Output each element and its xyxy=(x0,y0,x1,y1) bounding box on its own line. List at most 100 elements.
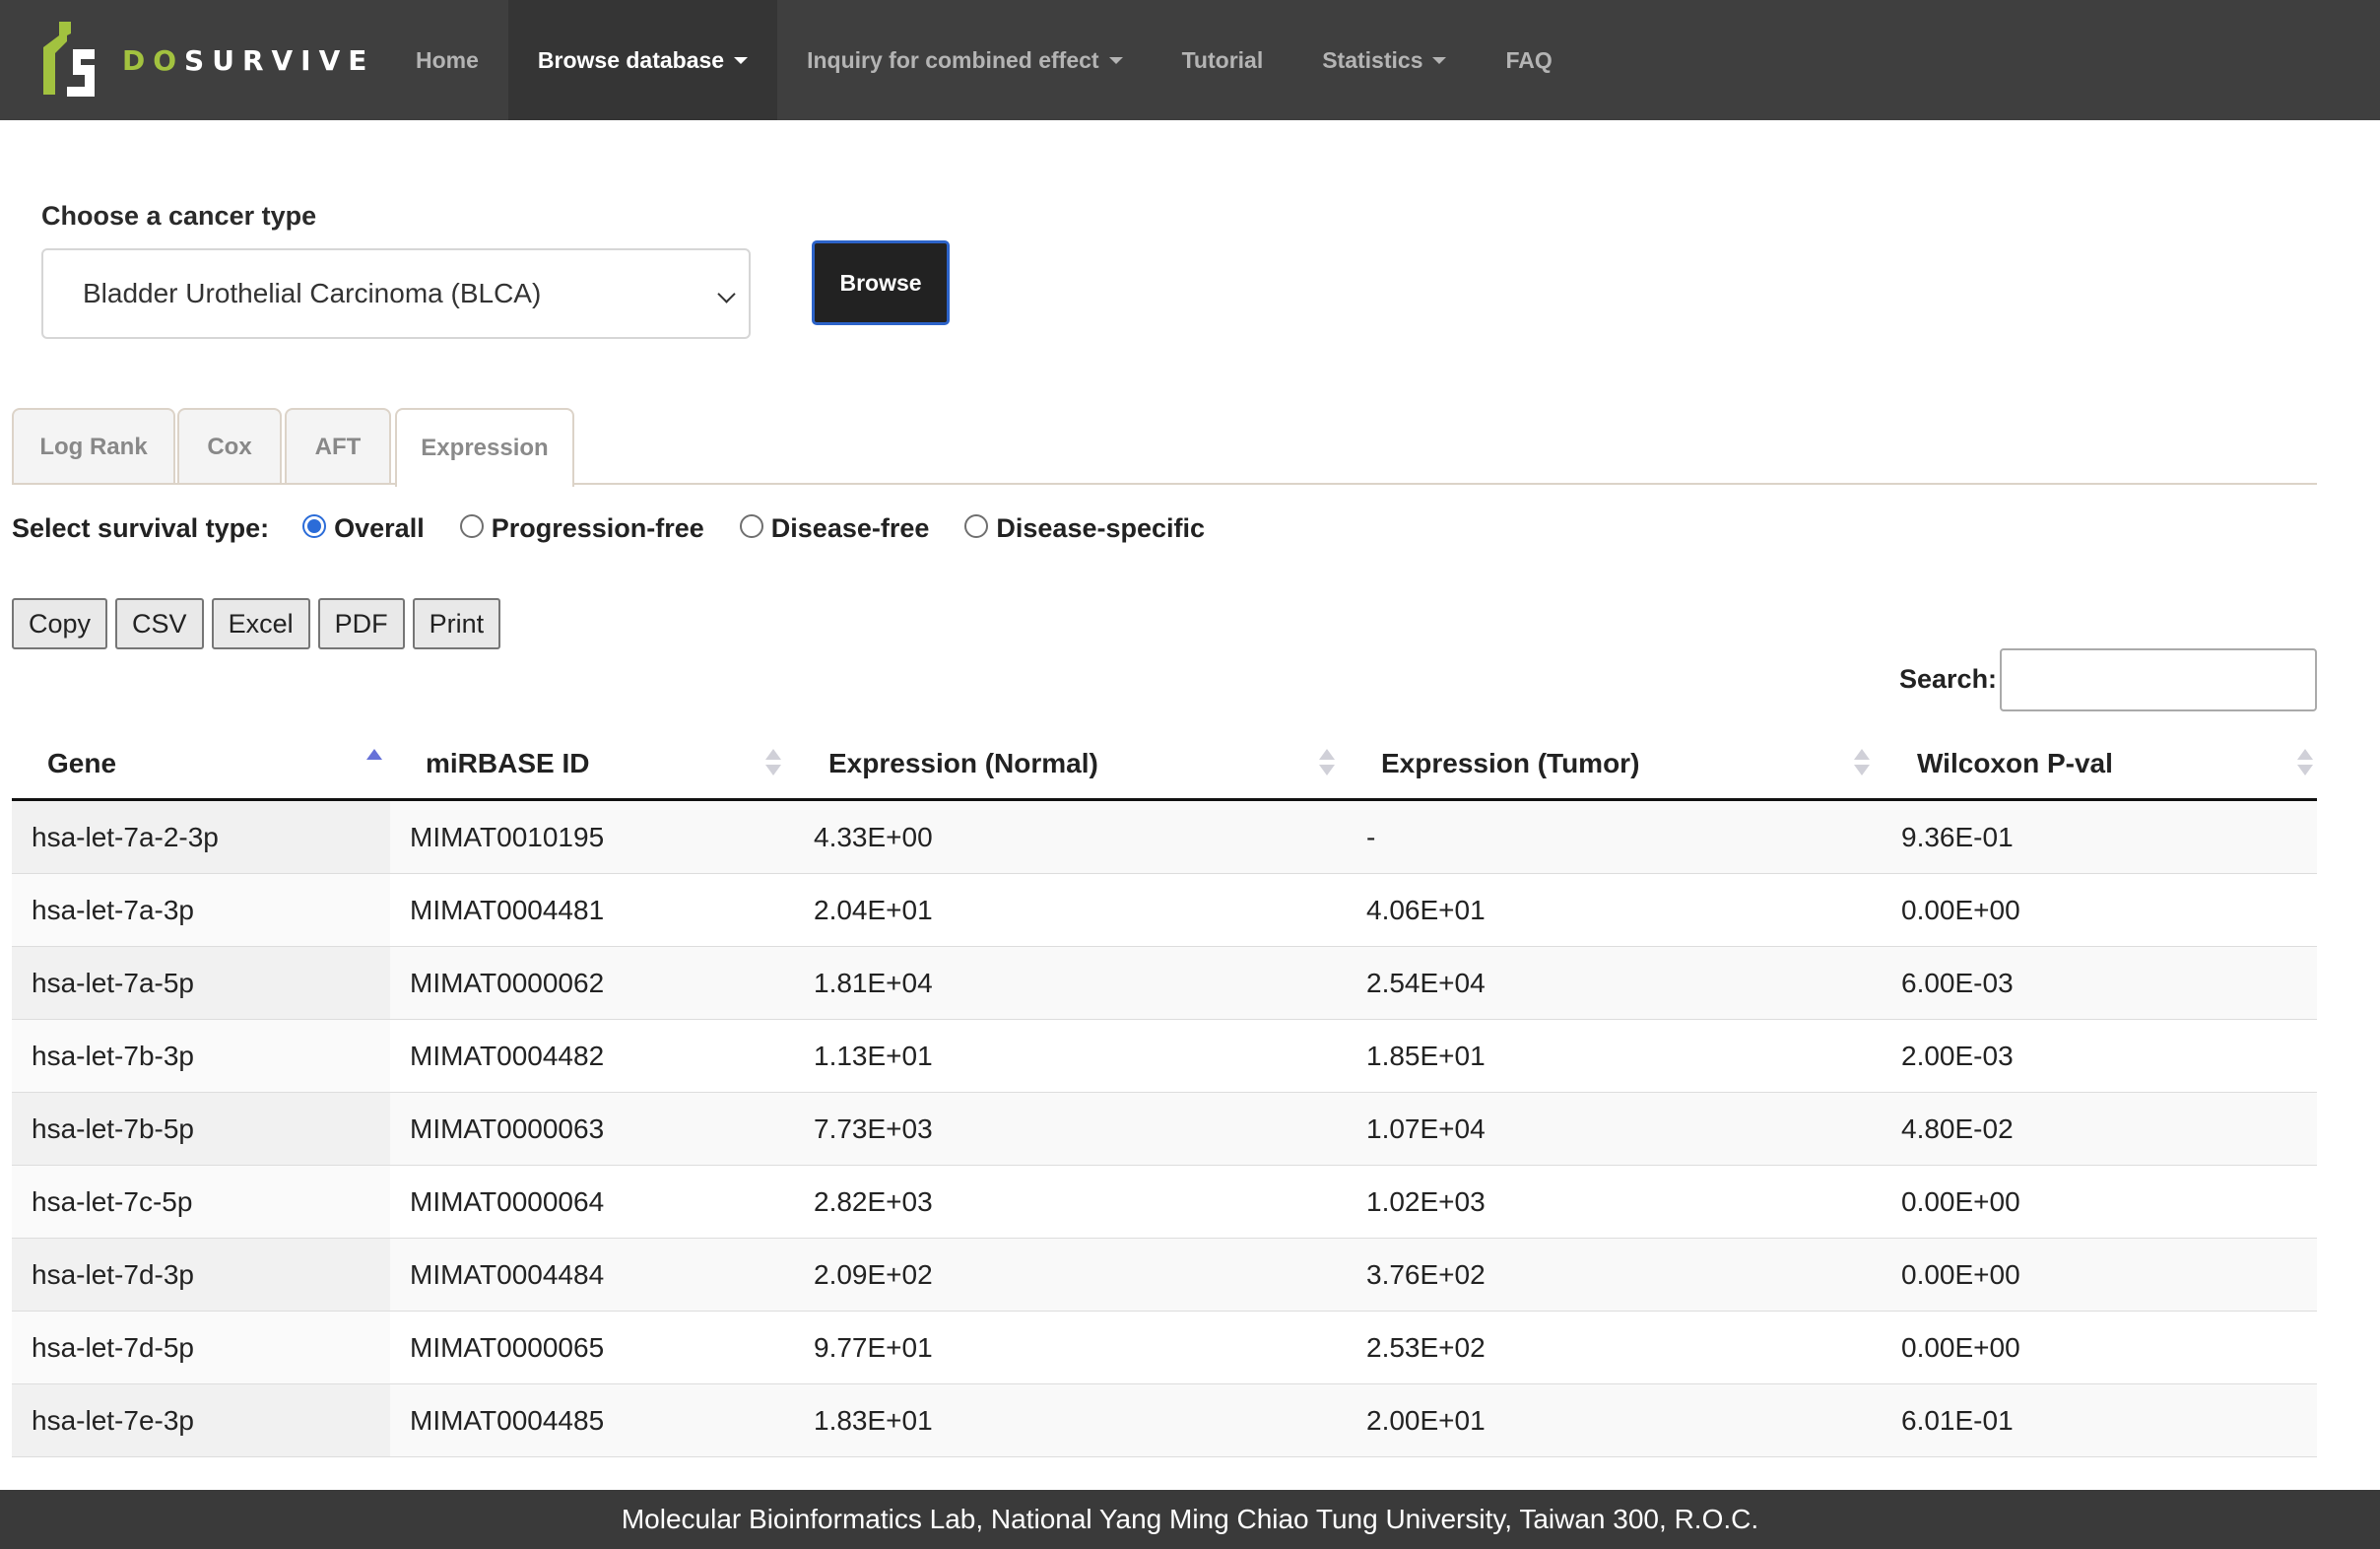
copy-button[interactable]: Copy xyxy=(12,598,108,649)
tab-log-rank[interactable]: Log Rank xyxy=(12,408,175,485)
table-header: Gene miRBASE ID Expression (Normal) Expr… xyxy=(12,725,2317,801)
nav-faq[interactable]: FAQ xyxy=(1476,0,1581,120)
search-input[interactable] xyxy=(2000,648,2317,711)
cell-expression-tumor: 3.76E+02 xyxy=(1366,1258,1486,1290)
table-row: hsa-let-7e-3p MIMAT0004485 1.83E+01 2.00… xyxy=(12,1384,2317,1457)
table-row: hsa-let-7d-5p MIMAT0000065 9.77E+01 2.53… xyxy=(12,1312,2317,1384)
dosurvive-logo-icon xyxy=(43,22,95,97)
cell-gene: hsa-let-7a-5p xyxy=(12,947,390,1019)
cell-mirbase-id: MIMAT0000063 xyxy=(410,1112,605,1144)
cell-gene: hsa-let-7d-5p xyxy=(12,1312,390,1383)
cell-wilcoxon-pval: 6.00E-03 xyxy=(1901,967,2014,998)
cell-expression-normal: 2.04E+01 xyxy=(814,894,933,925)
sort-icon[interactable] xyxy=(765,749,781,778)
survival-type-label: Select survival type: xyxy=(12,512,270,543)
cell-gene: hsa-let-7b-3p xyxy=(12,1020,390,1092)
radio-disease-free[interactable]: Disease-free xyxy=(739,513,929,544)
cell-mirbase-id: MIMAT0004485 xyxy=(410,1404,605,1436)
cell-expression-normal: 1.81E+04 xyxy=(814,967,933,998)
cell-wilcoxon-pval: 0.00E+00 xyxy=(1901,894,2020,925)
table-row: hsa-let-7b-3p MIMAT0004482 1.13E+01 1.85… xyxy=(12,1020,2317,1093)
print-button[interactable]: Print xyxy=(412,598,501,649)
cell-expression-normal: 1.13E+01 xyxy=(814,1040,933,1071)
excel-button[interactable]: Excel xyxy=(211,598,310,649)
cancer-type-label: Choose a cancer type xyxy=(41,201,317,231)
cell-gene: hsa-let-7c-5p xyxy=(12,1166,390,1238)
cell-expression-normal: 2.09E+02 xyxy=(814,1258,933,1290)
radio-button[interactable] xyxy=(459,514,484,538)
cell-gene: hsa-let-7e-3p xyxy=(12,1384,390,1456)
sort-ascending-icon[interactable] xyxy=(366,749,382,778)
nav-menu: Home Browse database Inquiry for combine… xyxy=(386,0,1582,120)
table-row: hsa-let-7d-3p MIMAT0004484 2.09E+02 3.76… xyxy=(12,1239,2317,1312)
column-header-mirbase-id[interactable]: miRBASE ID xyxy=(426,725,589,801)
sort-icon[interactable] xyxy=(2297,749,2313,778)
cell-expression-tumor: 1.85E+01 xyxy=(1366,1040,1486,1071)
cell-wilcoxon-pval: 2.00E-03 xyxy=(1901,1040,2014,1071)
search-label: Search: xyxy=(1899,664,1998,694)
table-row: hsa-let-7a-2-3p MIMAT0010195 4.33E+00 - … xyxy=(12,801,2317,874)
expression-table: Gene miRBASE ID Expression (Normal) Expr… xyxy=(12,725,2317,1457)
tab-aft[interactable]: AFT xyxy=(285,408,391,485)
tabs-divider xyxy=(12,483,2317,485)
cell-mirbase-id: MIMAT0000062 xyxy=(410,967,605,998)
cell-mirbase-id: MIMAT0010195 xyxy=(410,821,605,852)
cell-mirbase-id: MIMAT0004484 xyxy=(410,1258,605,1290)
cell-gene: hsa-let-7d-3p xyxy=(12,1239,390,1311)
cell-expression-normal: 4.33E+00 xyxy=(814,821,933,852)
nav-home[interactable]: Home xyxy=(386,0,508,120)
nav-inquiry-combined-effect[interactable]: Inquiry for combined effect xyxy=(777,0,1152,120)
table-body: hsa-let-7a-2-3p MIMAT0010195 4.33E+00 - … xyxy=(12,801,2317,1457)
table-row: hsa-let-7c-5p MIMAT0000064 2.82E+03 1.02… xyxy=(12,1166,2317,1239)
cell-mirbase-id: MIMAT0004481 xyxy=(410,894,605,925)
cell-wilcoxon-pval: 0.00E+00 xyxy=(1901,1258,2020,1290)
caret-down-icon xyxy=(734,56,749,64)
chevron-down-icon xyxy=(717,285,736,303)
cell-expression-tumor: 2.53E+02 xyxy=(1366,1331,1486,1363)
cell-mirbase-id: MIMAT0000065 xyxy=(410,1331,605,1363)
column-header-gene[interactable]: Gene xyxy=(47,725,116,801)
cell-expression-normal: 7.73E+03 xyxy=(814,1112,933,1144)
radio-overall[interactable]: Overall xyxy=(302,513,425,544)
nav-browse-database[interactable]: Browse database xyxy=(507,0,778,120)
radio-button-checked[interactable] xyxy=(302,514,327,538)
cell-expression-normal: 9.77E+01 xyxy=(814,1331,933,1363)
cell-gene: hsa-let-7a-3p xyxy=(12,874,390,946)
top-navbar: DOSURVIVE Home Browse database Inquiry f… xyxy=(0,0,2380,120)
radio-button[interactable] xyxy=(739,514,763,538)
nav-statistics[interactable]: Statistics xyxy=(1292,0,1476,120)
cell-expression-tumor: 2.00E+01 xyxy=(1366,1404,1486,1436)
cell-wilcoxon-pval: 0.00E+00 xyxy=(1901,1185,2020,1217)
caret-down-icon xyxy=(1108,56,1123,64)
table-row: hsa-let-7a-3p MIMAT0004481 2.04E+01 4.06… xyxy=(12,874,2317,947)
tab-cox[interactable]: Cox xyxy=(177,408,282,485)
footer-text: Molecular Bioinformatics Lab, National Y… xyxy=(621,1504,1759,1534)
radio-button[interactable] xyxy=(964,514,989,538)
sort-icon[interactable] xyxy=(1319,749,1335,778)
cancer-type-selected-value: Bladder Urothelial Carcinoma (BLCA) xyxy=(83,278,542,308)
table-row: hsa-let-7b-5p MIMAT0000063 7.73E+03 1.07… xyxy=(12,1093,2317,1166)
cell-expression-tumor: 4.06E+01 xyxy=(1366,894,1486,925)
cell-wilcoxon-pval: 4.80E-02 xyxy=(1901,1112,2014,1144)
radio-progression-free[interactable]: Progression-free xyxy=(459,513,704,544)
survival-type-group: Select survival type: Overall Progressio… xyxy=(12,508,1240,548)
csv-button[interactable]: CSV xyxy=(115,598,204,649)
export-buttons: Copy CSV Excel PDF Print xyxy=(12,598,508,649)
cell-gene: hsa-let-7b-5p xyxy=(12,1093,390,1165)
caret-down-icon xyxy=(1432,56,1447,64)
cell-expression-tumor: 1.02E+03 xyxy=(1366,1185,1486,1217)
pdf-button[interactable]: PDF xyxy=(317,598,405,649)
brand-name: DOSURVIVE xyxy=(122,43,375,77)
tab-expression[interactable]: Expression xyxy=(395,408,574,487)
browse-button[interactable]: Browse xyxy=(812,240,950,325)
cancer-type-select[interactable]: Bladder Urothelial Carcinoma (BLCA) xyxy=(41,248,751,339)
cell-wilcoxon-pval: 6.01E-01 xyxy=(1901,1404,2014,1436)
sort-icon[interactable] xyxy=(1854,749,1870,778)
radio-disease-specific[interactable]: Disease-specific xyxy=(964,513,1205,544)
nav-tutorial[interactable]: Tutorial xyxy=(1153,0,1293,120)
column-header-expression-normal[interactable]: Expression (Normal) xyxy=(828,725,1098,801)
column-header-wilcoxon-pval[interactable]: Wilcoxon P-val xyxy=(1917,725,2113,801)
cell-wilcoxon-pval: 9.36E-01 xyxy=(1901,821,2014,852)
column-header-expression-tumor[interactable]: Expression (Tumor) xyxy=(1381,725,1639,801)
brand-logo[interactable]: DOSURVIVE xyxy=(37,8,374,112)
